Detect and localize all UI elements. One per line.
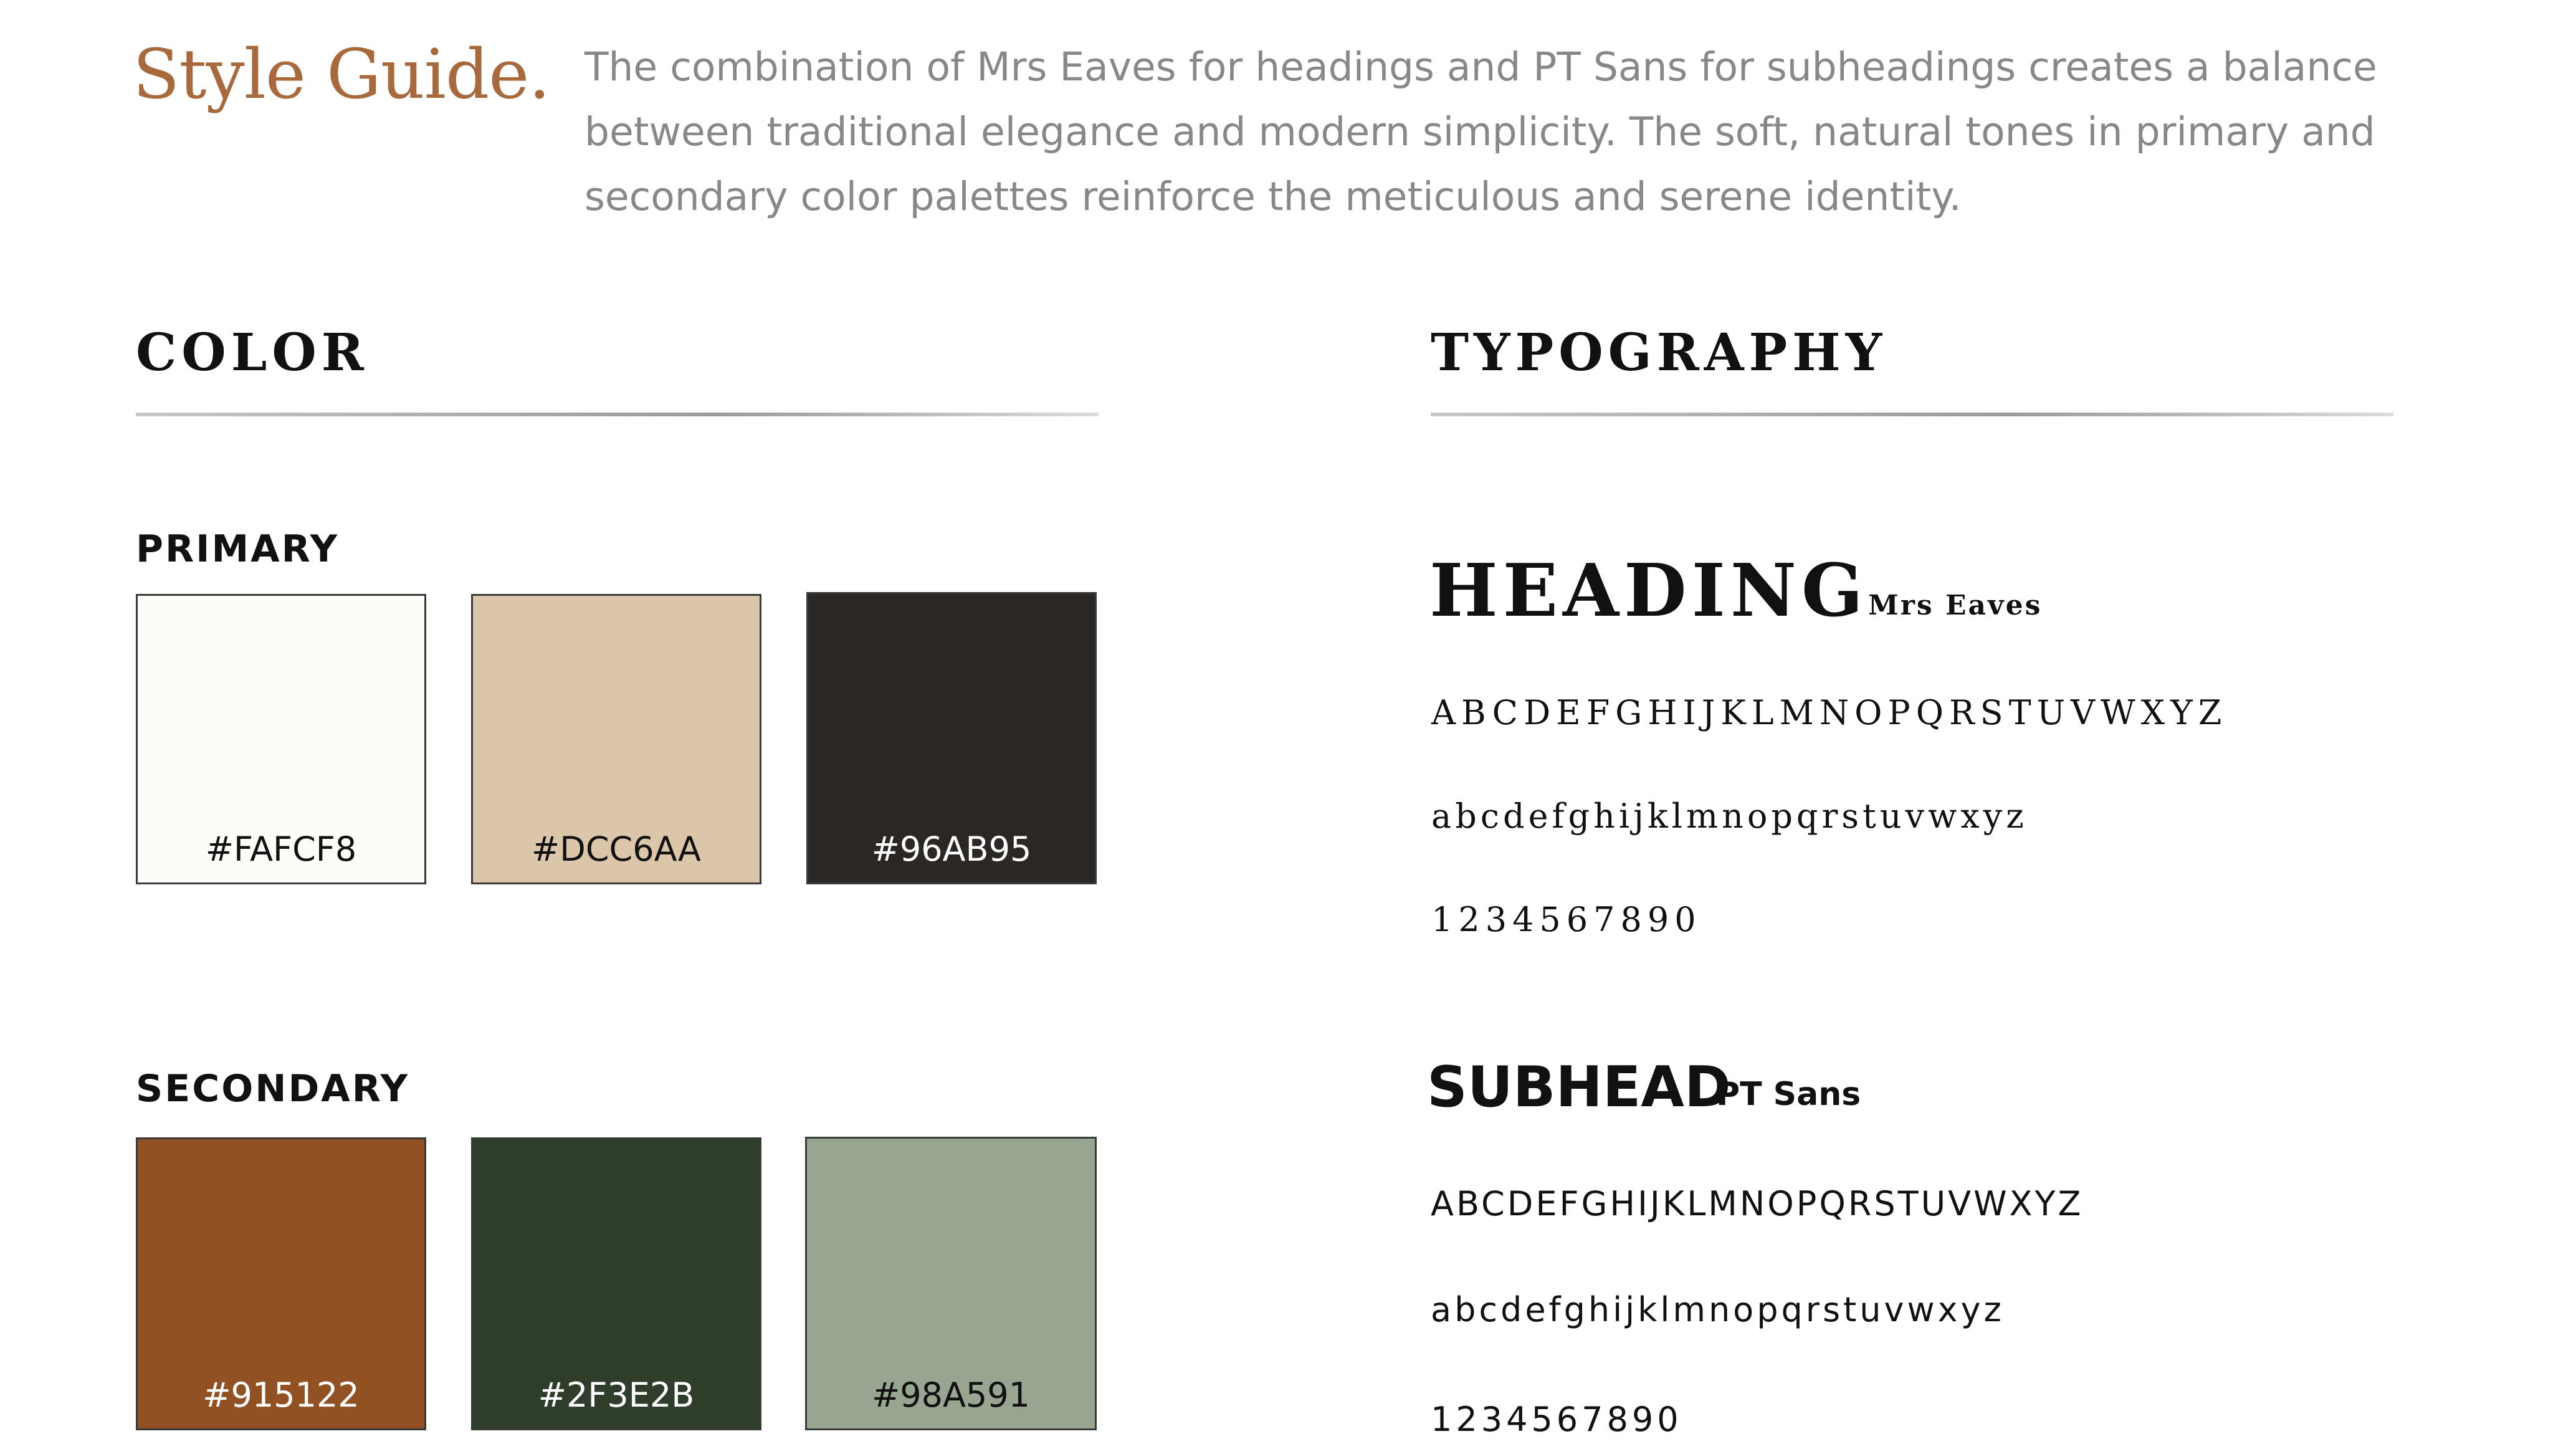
subhead-numerals: 1234567890 <box>1431 1400 1682 1439</box>
typography-section-title: TYPOGRAPHY <box>1431 323 1887 383</box>
secondary-swatch-3: #98A591 <box>805 1137 1097 1430</box>
heading-numerals: 1234567890 <box>1431 900 1702 939</box>
primary-label: PRIMARY <box>136 527 340 571</box>
secondary-swatch-1-hex: #915122 <box>203 1375 360 1415</box>
typography-section-divider <box>1431 413 2393 416</box>
secondary-swatch-2: #2F3E2B <box>471 1137 761 1430</box>
primary-swatch-2: #DCC6AA <box>471 594 761 884</box>
primary-swatch-2-hex: #DCC6AA <box>532 830 701 869</box>
primary-swatch-1-hex: #FAFCF8 <box>205 830 357 869</box>
secondary-swatch-1: #915122 <box>136 1137 426 1430</box>
subhead-sample: SUBHEAD <box>1427 1054 1731 1120</box>
page-title: Style Guide. <box>133 34 550 114</box>
heading-lowercase-alphabet: abcdefghijklmnopqrstuvwxyz <box>1431 796 2028 836</box>
heading-font-name: Mrs Eaves <box>1868 590 2043 621</box>
color-section-divider <box>136 413 1099 416</box>
subhead-lowercase-alphabet: abcdefghijklmnopqrstuvwxyz <box>1431 1290 2005 1329</box>
subhead-uppercase-alphabet: ABCDEFGHIJKLMNOPQRSTUVWXYZ <box>1431 1184 2084 1223</box>
secondary-swatch-2-hex: #2F3E2B <box>538 1375 695 1415</box>
primary-swatch-3-hex: #96AB95 <box>871 830 1032 869</box>
secondary-label: SECONDARY <box>136 1067 410 1111</box>
primary-swatch-1: #FAFCF8 <box>136 594 426 884</box>
intro-paragraph: The combination of Mrs Eaves for heading… <box>584 44 2377 219</box>
heading-sample: HEADING <box>1429 548 1868 633</box>
color-section-title: COLOR <box>136 323 369 383</box>
secondary-swatch-3-hex: #98A591 <box>872 1375 1030 1415</box>
primary-swatch-3: #96AB95 <box>806 592 1097 884</box>
subhead-font-name: PT Sans <box>1716 1076 1861 1113</box>
heading-uppercase-alphabet: ABCDEFGHIJKLMNOPQRSTUVWXYZ <box>1431 693 2228 732</box>
